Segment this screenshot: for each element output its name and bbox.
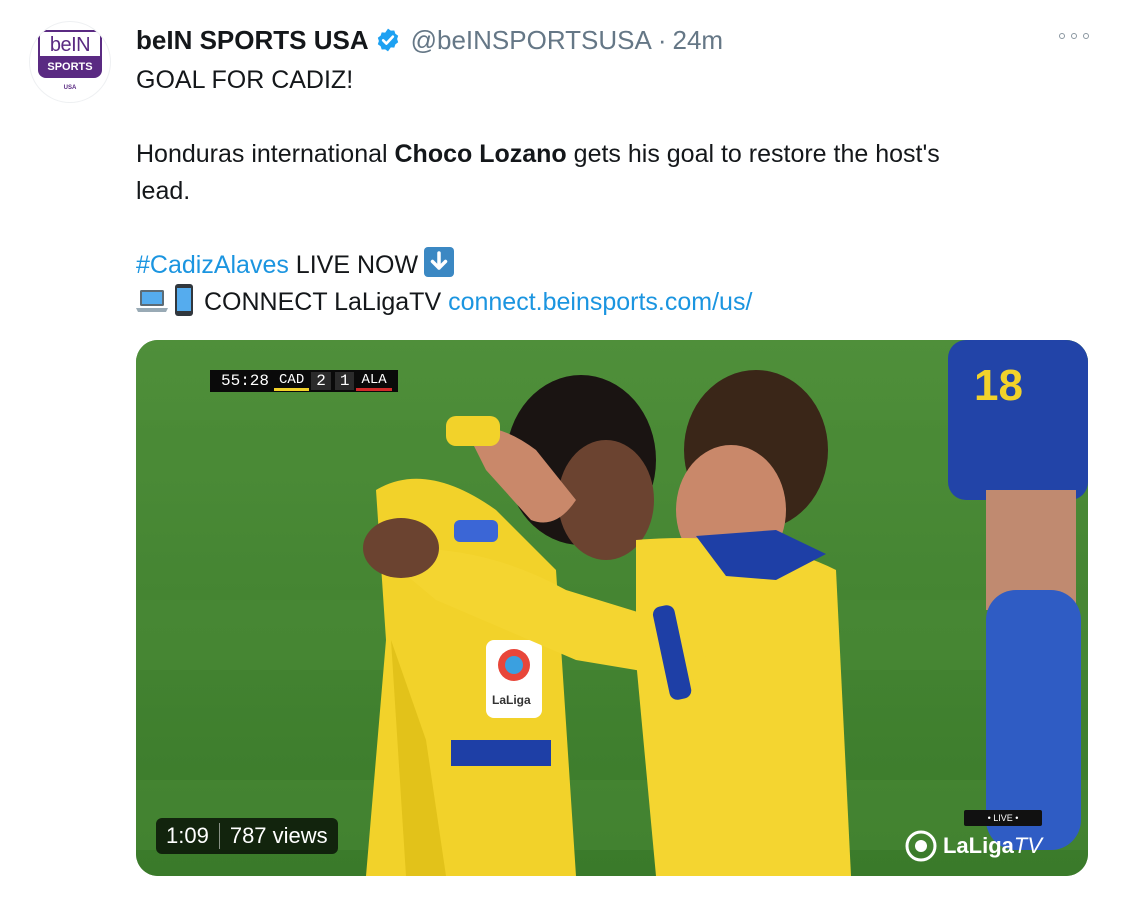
laptop-emoji-icon [136, 288, 168, 314]
live-now-text: LIVE NOW [288, 251, 419, 279]
live-tag: • LIVE • [964, 810, 1042, 826]
mobile-phone-emoji-icon [174, 284, 194, 316]
video-duration: 1:09 [166, 823, 209, 848]
down-arrow-emoji-icon [424, 247, 455, 277]
match-clock: 55:28 [221, 372, 270, 390]
svg-text:18: 18 [974, 361, 1023, 410]
video-frame-image: 18 LaLiga [136, 340, 1088, 876]
laliga-logo-icon [905, 830, 937, 862]
separator-dot: · [657, 24, 667, 55]
more-options-icon[interactable] [1059, 26, 1089, 46]
handle[interactable]: @beINSPORTSUSA [411, 25, 652, 56]
video-player[interactable]: 18 LaLiga 55:28 CAD 2 1 ALA 1:09 787 vie… [136, 340, 1088, 876]
tweet-header: beIN SPORTS USA @beINSPORTSUSA · 24m [136, 20, 723, 60]
view-count: 787 views [229, 823, 328, 848]
verified-badge-icon [377, 28, 398, 52]
bein-logo-usa: USA [63, 85, 77, 91]
tweet-line-headline: GOAL FOR CADIZ! [136, 66, 354, 94]
bein-logo-top: beIN [38, 30, 102, 56]
tweet-line-body-end: lead. [136, 177, 191, 205]
away-team-code: ALA [356, 372, 392, 391]
tweet-body-prefix: Honduras international [136, 140, 395, 168]
player-name: Choco Lozano [394, 140, 567, 168]
avatar[interactable]: beIN SPORTS USA [30, 22, 110, 102]
video-stats-pill: 1:09 787 views [156, 818, 338, 854]
laligatv-watermark: LaLiga TV [905, 830, 1042, 862]
tweet-text: GOAL FOR CADIZ! Honduras international C… [136, 62, 1076, 321]
bein-logo-sports: SPORTS [38, 56, 102, 78]
tweet-line-body: Honduras international Choco Lozano gets… [136, 136, 1076, 173]
tweet[interactable]: beIN SPORTS USA beIN SPORTS USA @beINSPO… [0, 0, 1121, 900]
connect-link[interactable]: connect.beinsports.com/us/ [448, 288, 752, 316]
timestamp[interactable]: 24m [672, 25, 723, 56]
broadcaster-tv: TV [1013, 833, 1042, 858]
away-score: 1 [334, 372, 355, 390]
connect-text: CONNECT LaLigaTV [204, 288, 449, 316]
tweet-line-connect: CONNECT LaLigaTV connect.beinsports.com/… [136, 284, 1076, 321]
home-team-code: CAD [274, 372, 310, 391]
broadcaster-name: LaLiga [942, 833, 1014, 858]
scoreboard-overlay: 55:28 CAD 2 1 ALA [210, 370, 398, 392]
svg-text:LaLiga: LaLiga [492, 693, 531, 707]
display-name[interactable]: beIN SPORTS USA [136, 25, 369, 56]
home-score: 2 [311, 372, 331, 390]
tweet-body-suffix: gets his goal to restore the host's [566, 140, 940, 168]
hashtag-link[interactable]: #CadizAlaves [136, 251, 289, 279]
tweet-line-hashtag: #CadizAlaves LIVE NOW [136, 247, 1076, 284]
